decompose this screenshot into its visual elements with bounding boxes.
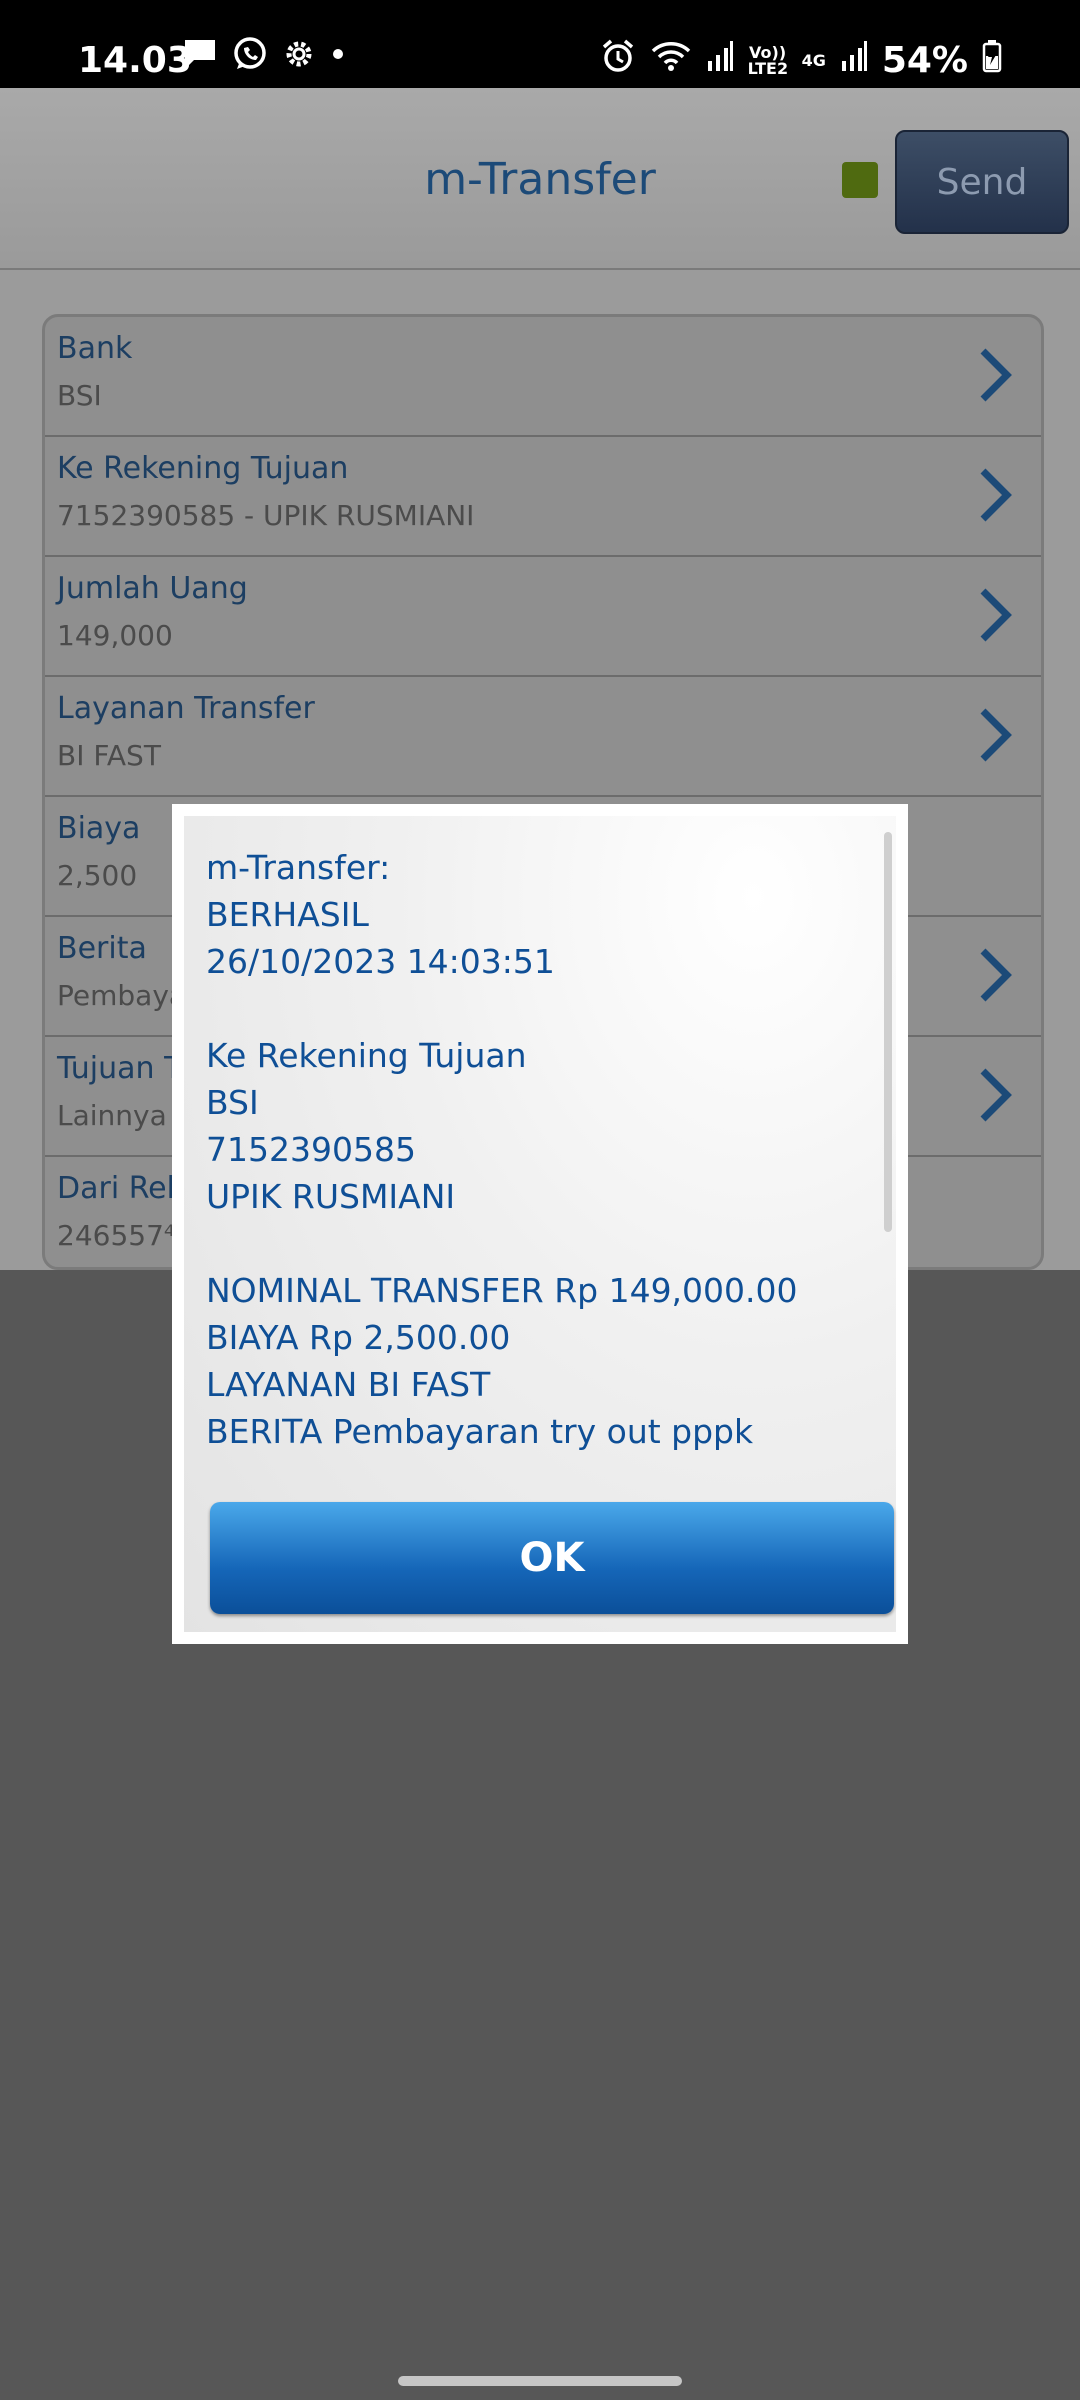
- message-line: 26/10/2023 14:03:51: [206, 942, 555, 981]
- chevron-right-icon: [980, 708, 1012, 762]
- app-header: m-Transfer Send: [0, 88, 1080, 270]
- chevron-right-icon: [980, 948, 1012, 1002]
- message-line: LAYANAN BI FAST: [206, 1365, 491, 1404]
- item-value: BSI: [57, 379, 102, 412]
- message-line: 7152390585: [206, 1130, 416, 1169]
- volte-label: Vo)) LTE2: [747, 42, 789, 78]
- item-value: 7152390585 - UPIK RUSMIANI: [57, 499, 475, 532]
- status-bar: 14.03 Vo)) LTE2 4G 54%: [0, 0, 1080, 88]
- ok-button[interactable]: OK: [210, 1502, 894, 1614]
- item-label: Jumlah Uang: [57, 571, 248, 606]
- battery-text: 54%: [881, 40, 968, 81]
- battery-icon: [982, 39, 1002, 82]
- message-line: BERHASIL: [206, 895, 369, 934]
- dialog-body: m-Transfer: BERHASIL 26/10/2023 14:03:51…: [184, 816, 896, 1632]
- dialog-scrollbar[interactable]: [884, 832, 892, 1232]
- alarm-icon: [600, 38, 636, 83]
- item-label: Ke Rekening Tujuan: [57, 451, 349, 486]
- chevron-right-icon: [980, 468, 1012, 522]
- message-line: BERITA Pembayaran try out pppk: [206, 1412, 754, 1451]
- whatsapp-icon: [232, 36, 268, 76]
- form-item-amount[interactable]: Jumlah Uang 149,000: [45, 557, 1041, 677]
- dialog-message: m-Transfer: BERHASIL 26/10/2023 14:03:51…: [206, 844, 866, 1455]
- form-item-bank[interactable]: Bank BSI: [45, 317, 1041, 437]
- message-line: [206, 1220, 866, 1267]
- network-type-label: 4G: [801, 50, 826, 70]
- item-value: 149,000: [57, 619, 173, 652]
- message-line: UPIK RUSMIANI: [206, 1177, 456, 1216]
- chevron-right-icon: [980, 348, 1012, 402]
- dot-icon: [330, 46, 346, 66]
- settings-icon: [282, 37, 316, 75]
- item-label: Dari Rek: [57, 1171, 185, 1206]
- status-time: 14.03: [78, 40, 192, 81]
- message-icon: [182, 37, 218, 75]
- message-line: m-Transfer:: [206, 848, 391, 887]
- item-label: Tujuan T: [57, 1051, 183, 1086]
- item-label: Bank: [57, 331, 133, 366]
- result-dialog: m-Transfer: BERHASIL 26/10/2023 14:03:51…: [172, 804, 908, 1644]
- send-button[interactable]: Send: [895, 130, 1069, 234]
- message-line: BIAYA Rp 2,500.00: [206, 1318, 511, 1357]
- message-line: BSI: [206, 1083, 259, 1122]
- item-value: 2,500: [57, 859, 138, 892]
- item-value: Pembaya: [57, 979, 187, 1012]
- item-value: Lainnya: [57, 1099, 167, 1132]
- status-indicator: [842, 162, 878, 198]
- item-label: Berita: [57, 931, 147, 966]
- message-line: [206, 985, 866, 1032]
- item-label: Layanan Transfer: [57, 691, 315, 726]
- item-label: Biaya: [57, 811, 141, 846]
- wifi-icon: [650, 39, 692, 82]
- item-value: BI FAST: [57, 739, 161, 772]
- notification-icons: [182, 36, 346, 76]
- signal-icon: [840, 39, 868, 82]
- chevron-right-icon: [980, 588, 1012, 642]
- form-item-transfer-service[interactable]: Layanan Transfer BI FAST: [45, 677, 1041, 797]
- navigation-handle[interactable]: [398, 2376, 682, 2386]
- chevron-right-icon: [980, 1068, 1012, 1122]
- message-line: Ke Rekening Tujuan: [206, 1036, 527, 1075]
- signal-icon: [706, 39, 734, 82]
- item-value: 246557⁴: [57, 1219, 176, 1252]
- form-item-destination-account[interactable]: Ke Rekening Tujuan 7152390585 - UPIK RUS…: [45, 437, 1041, 557]
- system-icons: Vo)) LTE2 4G 54%: [600, 38, 1002, 83]
- message-line: NOMINAL TRANSFER Rp 149,000.00: [206, 1271, 798, 1310]
